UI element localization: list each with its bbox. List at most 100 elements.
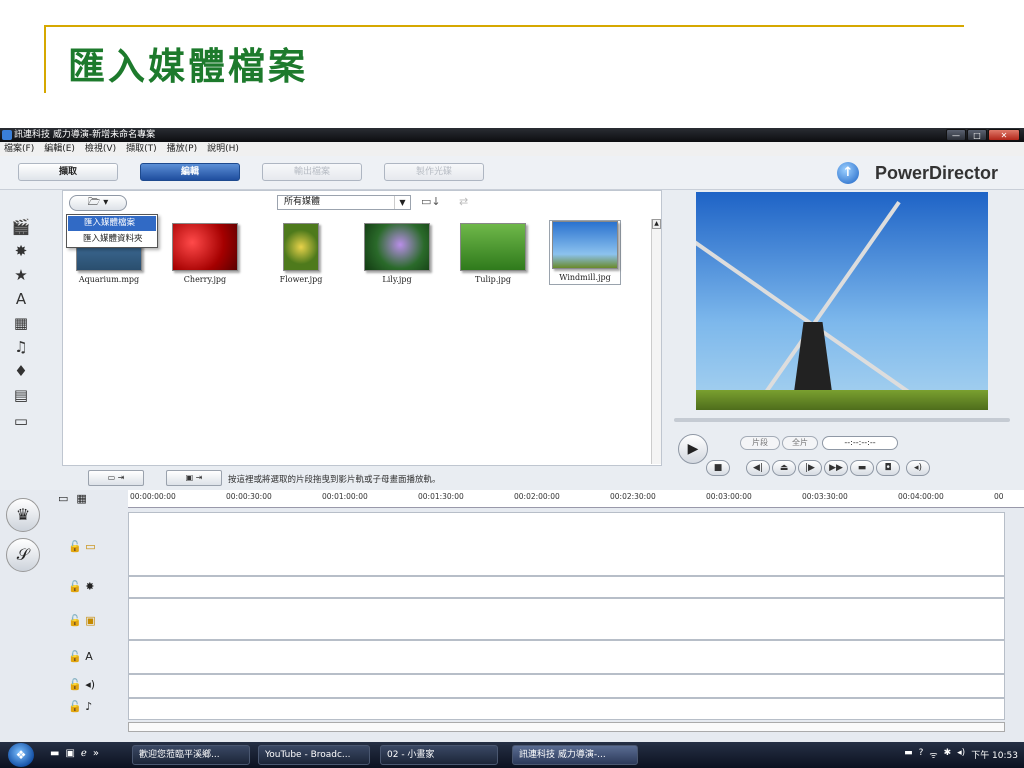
upgrade-icon[interactable]: ↑ <box>836 162 859 184</box>
storyboard-view-icon[interactable]: ▭ <box>58 492 68 505</box>
music-track[interactable] <box>128 698 1005 720</box>
voice-track-header[interactable]: 🔓 ◂) <box>68 678 126 691</box>
display-icon[interactable]: ▬ <box>850 460 874 476</box>
music-icon[interactable]: ♫ <box>10 338 32 356</box>
menu-play[interactable]: 播放(P) <box>167 142 197 156</box>
insert-to-track-button[interactable]: ▭ ⇥ <box>88 470 144 486</box>
voice-track[interactable] <box>128 674 1005 698</box>
menu-help[interactable]: 說明(H) <box>207 142 239 156</box>
title-track[interactable] <box>128 640 1005 674</box>
video-track-header[interactable]: 🔓 ▭ <box>68 540 126 553</box>
disc-mode-button[interactable]: 製作光碟 <box>384 163 484 181</box>
produce-mode-button[interactable]: 輸出檔案 <box>262 163 362 181</box>
taskbar-item[interactable]: YouTube - Broadc... <box>258 745 370 765</box>
room-toolbar: 🎬 ✸ ★ A ▦ ♫ ♦ ▤ ▭ <box>4 190 62 486</box>
mic-icon[interactable]: ♦ <box>10 362 32 380</box>
effect-icon[interactable]: ✸ <box>10 242 32 260</box>
menu-edit[interactable]: 編輯(E) <box>44 142 75 156</box>
chevron-right-icon[interactable]: » <box>93 748 99 759</box>
media-filter-select[interactable]: 所有媒體 ▼ <box>277 195 411 210</box>
menu-file[interactable]: 檔案(F) <box>4 142 34 156</box>
timecode-field[interactable]: --:--:--:-- <box>822 436 898 450</box>
ie-icon[interactable]: ℯ <box>81 748 87 759</box>
timeline-view-icon[interactable]: ▦ <box>76 492 86 505</box>
taskbar-item-active[interactable]: 訊連科技 威力導演-... <box>512 745 638 765</box>
tray-icon[interactable]: ▬ <box>904 748 913 761</box>
magic-movie-icon[interactable]: 𝒮 <box>6 538 40 572</box>
menu-capture[interactable]: 擷取(T) <box>126 142 157 156</box>
volume-icon[interactable]: ◂) <box>957 748 965 761</box>
lock-icon[interactable]: 🔓 <box>68 700 82 713</box>
clapper-icon[interactable]: 🎬 <box>10 218 32 236</box>
media-thumbnail[interactable]: Tulip.jpg <box>457 223 529 284</box>
transition-icon[interactable]: ▦ <box>10 314 32 332</box>
import-media-file-item[interactable]: 匯入媒體檔案 <box>68 216 156 231</box>
library-scrollbar[interactable]: ▲ <box>651 219 661 464</box>
maximize-button[interactable]: □ <box>967 129 987 141</box>
app-icon <box>2 130 12 140</box>
lock-icon[interactable]: 🔓 <box>68 650 82 663</box>
edit-mode-button[interactable]: 編輯 <box>140 163 240 181</box>
video-track[interactable] <box>128 512 1005 576</box>
taskbar-item[interactable]: 02 - 小畫家 <box>380 745 498 765</box>
lock-icon[interactable]: 🔓 <box>68 614 82 627</box>
bluetooth-icon[interactable]: ✱ <box>944 748 952 761</box>
stop-button[interactable]: ■ <box>706 460 730 476</box>
lock-icon[interactable]: 🔓 <box>68 580 82 593</box>
share-icon[interactable]: ⇄ <box>459 195 468 208</box>
network-icon[interactable]: ᯤ <box>929 748 937 761</box>
playback-slider[interactable] <box>674 418 1010 422</box>
view-mode-icon[interactable]: ▭↓ <box>421 195 441 208</box>
capture-mode-button[interactable]: 擷取 <box>18 163 118 181</box>
media-thumbnail[interactable]: Flower.jpg <box>265 223 337 284</box>
effect-track[interactable] <box>128 576 1005 598</box>
media-thumbnail[interactable]: Cherry.jpg <box>169 223 241 284</box>
movie-mode-button[interactable]: 全片 <box>782 436 818 450</box>
chapter-icon[interactable]: ▤ <box>10 386 32 404</box>
scroll-up-icon[interactable]: ▲ <box>652 219 661 229</box>
lock-icon[interactable]: 🔓 <box>68 540 82 553</box>
magic-wand-icon[interactable]: ♛ <box>6 498 40 532</box>
switch-windows-icon[interactable]: ▣ <box>65 748 74 759</box>
start-button[interactable]: ❖ <box>8 743 34 767</box>
media-thumbnail[interactable]: Lily.jpg <box>361 223 433 284</box>
minimize-button[interactable]: — <box>946 129 966 141</box>
play-button[interactable]: ▶ <box>678 434 708 464</box>
previous-frame-button[interactable]: ◀| <box>746 460 770 476</box>
folder-icon: 🗁 ▾ <box>87 197 109 208</box>
trim-button[interactable]: ⏏ <box>772 460 796 476</box>
text-icon[interactable]: A <box>10 290 32 308</box>
timeline-ruler[interactable]: 00:00:00:00 00:00:30:00 00:01:00:00 00:01:3… <box>128 490 1024 508</box>
ruler-tick: 00:04:00:00 <box>898 492 944 501</box>
fast-forward-button[interactable]: ▶▶ <box>824 460 848 476</box>
media-library: 🗁 ▾ 所有媒體 ▼ ▭↓ ⇄ 匯入媒體檔案 匯入媒體資料夾 Aquarium.… <box>62 190 662 466</box>
media-filename: Flower.jpg <box>279 275 323 284</box>
clip-mode-button[interactable]: 片段 <box>740 436 780 450</box>
show-desktop-icon[interactable]: ▬ <box>50 748 59 759</box>
pip-icon[interactable]: ★ <box>10 266 32 284</box>
timeline-scrollbar[interactable] <box>128 722 1005 732</box>
menu-view[interactable]: 檢視(V) <box>85 142 116 156</box>
close-button[interactable]: ✕ <box>988 129 1020 141</box>
snapshot-icon[interactable]: ◘ <box>876 460 900 476</box>
ruler-tick: 00:00:30:00 <box>226 492 272 501</box>
library-footer: ▭ ⇥ ▣ ⇥ 按這裡或將選取的片段拖曳到影片軌或子母畫面播放軌。 <box>62 466 662 490</box>
import-media-folder-item[interactable]: 匯入媒體資料夾 <box>67 232 157 247</box>
chevron-down-icon: ▼ <box>394 196 410 209</box>
pip-track-header[interactable]: 🔓 ▣ <box>68 614 126 627</box>
import-button[interactable]: 🗁 ▾ <box>69 195 127 211</box>
volume-icon[interactable]: ◂) <box>906 460 930 476</box>
title-track-header[interactable]: 🔓 A <box>68 650 126 663</box>
video-track-icon: ▭ <box>85 540 96 553</box>
insert-to-pip-button[interactable]: ▣ ⇥ <box>166 470 222 486</box>
subtitle-icon[interactable]: ▭ <box>10 412 32 430</box>
taskbar-item[interactable]: 歡迎您蒞臨平溪鄉... <box>132 745 250 765</box>
pip-track[interactable] <box>128 598 1005 640</box>
media-thumbnail-selected[interactable]: Windmill.jpg <box>549 220 621 285</box>
next-frame-button[interactable]: |▶ <box>798 460 822 476</box>
music-track-header[interactable]: 🔓 ♪ <box>68 700 126 713</box>
media-filename: Cherry.jpg <box>183 275 227 284</box>
lock-icon[interactable]: 🔓 <box>68 678 82 691</box>
help-icon[interactable]: ? <box>919 748 924 761</box>
effect-track-header[interactable]: 🔓 ✸ <box>68 580 126 593</box>
